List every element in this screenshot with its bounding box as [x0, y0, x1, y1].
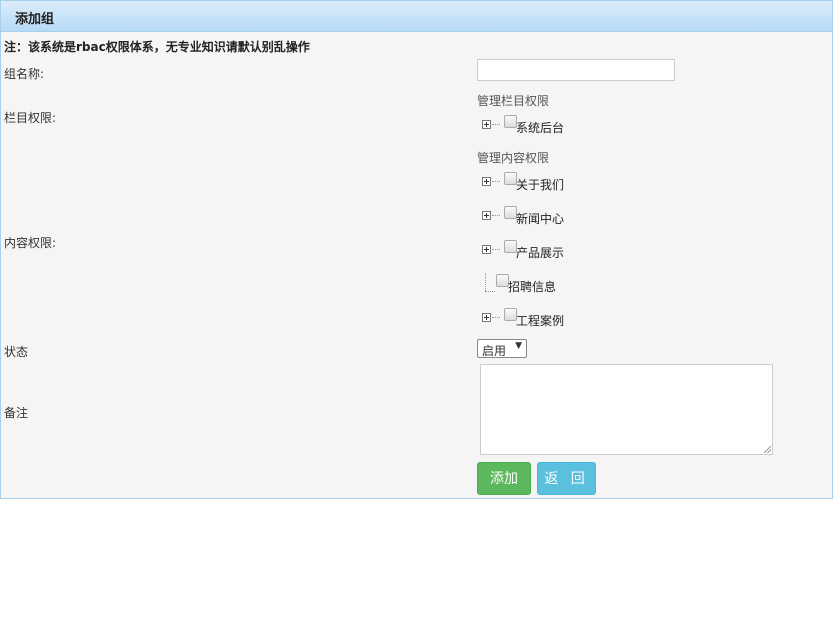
tree-connector [492, 215, 500, 216]
plus-square-icon[interactable] [482, 245, 491, 254]
content-tree-title: 管理内容权限 [477, 151, 550, 165]
panel-title: 添加组 [15, 12, 55, 27]
tree-connector [485, 291, 495, 292]
content-permission-label: 内容权限: [4, 236, 57, 250]
tree-node-label: 工程案例 [516, 314, 565, 328]
status-select[interactable]: 启用 ▼ [477, 339, 527, 358]
tree-node-label: 产品展示 [516, 246, 565, 260]
group-name-label: 组名称: [4, 67, 45, 81]
plus-square-icon[interactable] [482, 120, 491, 129]
group-name-input[interactable] [477, 59, 675, 81]
plus-square-icon[interactable] [482, 211, 491, 220]
tree-node-label: 关于我们 [516, 178, 565, 192]
add-button[interactable]: 添加 [477, 462, 531, 495]
column-permission-label: 栏目权限: [4, 111, 57, 125]
resize-handle-icon[interactable] [764, 446, 771, 453]
plus-square-icon[interactable] [482, 313, 491, 322]
panel-header: 添加组 [1, 1, 832, 32]
notice-text: 注：该系统是rbac权限体系，无专业知识请默认别乱操作 [4, 40, 310, 54]
remark-label: 备注 [4, 406, 29, 420]
column-tree-title: 管理栏目权限 [477, 94, 550, 108]
tree-connector [492, 124, 500, 125]
back-button[interactable]: 返 回 [537, 462, 596, 495]
tree-connector [492, 249, 500, 250]
tree-connector [485, 273, 486, 291]
tree-connector [492, 181, 500, 182]
chevron-down-icon: ▼ [515, 341, 522, 351]
tree-connector [492, 317, 500, 318]
remark-textarea[interactable] [480, 364, 773, 455]
status-label: 状态 [4, 345, 29, 359]
tree-node-label: 招聘信息 [508, 280, 557, 294]
tree-node-label: 系统后台 [516, 121, 565, 135]
status-select-value: 启用 [482, 344, 507, 358]
plus-square-icon[interactable] [482, 177, 491, 186]
add-group-panel: 添加组 注：该系统是rbac权限体系，无专业知识请默认别乱操作 组名称: 栏目权… [0, 0, 833, 499]
tree-node-label: 新闻中心 [516, 212, 565, 226]
